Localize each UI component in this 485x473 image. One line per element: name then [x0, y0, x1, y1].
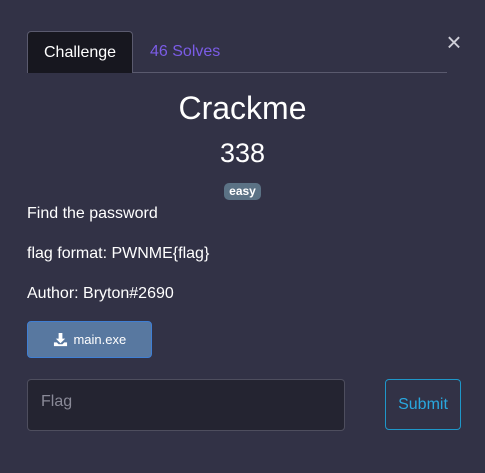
challenge-title: Crackme: [178, 90, 307, 126]
flag-input[interactable]: [27, 379, 345, 431]
difficulty-badge: easy: [224, 183, 261, 200]
challenge-modal: × Challenge 46 Solves Crackme 338 easy F…: [0, 0, 485, 473]
submit-button[interactable]: Submit: [385, 379, 461, 430]
download-file-name: main.exe: [73, 332, 127, 347]
difficulty-badge-wrap: easy: [0, 182, 485, 200]
description-line: Author: Bryton#2690: [27, 285, 174, 302]
download-file-button[interactable]: main.exe: [27, 321, 152, 358]
challenge-points: 338: [219, 138, 266, 168]
tab-solves[interactable]: 46 Solves: [134, 31, 236, 73]
description-line: flag format: PWNME{flag}: [27, 245, 210, 262]
tab-bar: Challenge 46 Solves: [27, 31, 447, 73]
close-icon[interactable]: ×: [444, 29, 464, 55]
tab-challenge[interactable]: Challenge: [27, 31, 133, 73]
download-icon: [53, 332, 74, 347]
description-line: Find the password: [27, 205, 158, 222]
